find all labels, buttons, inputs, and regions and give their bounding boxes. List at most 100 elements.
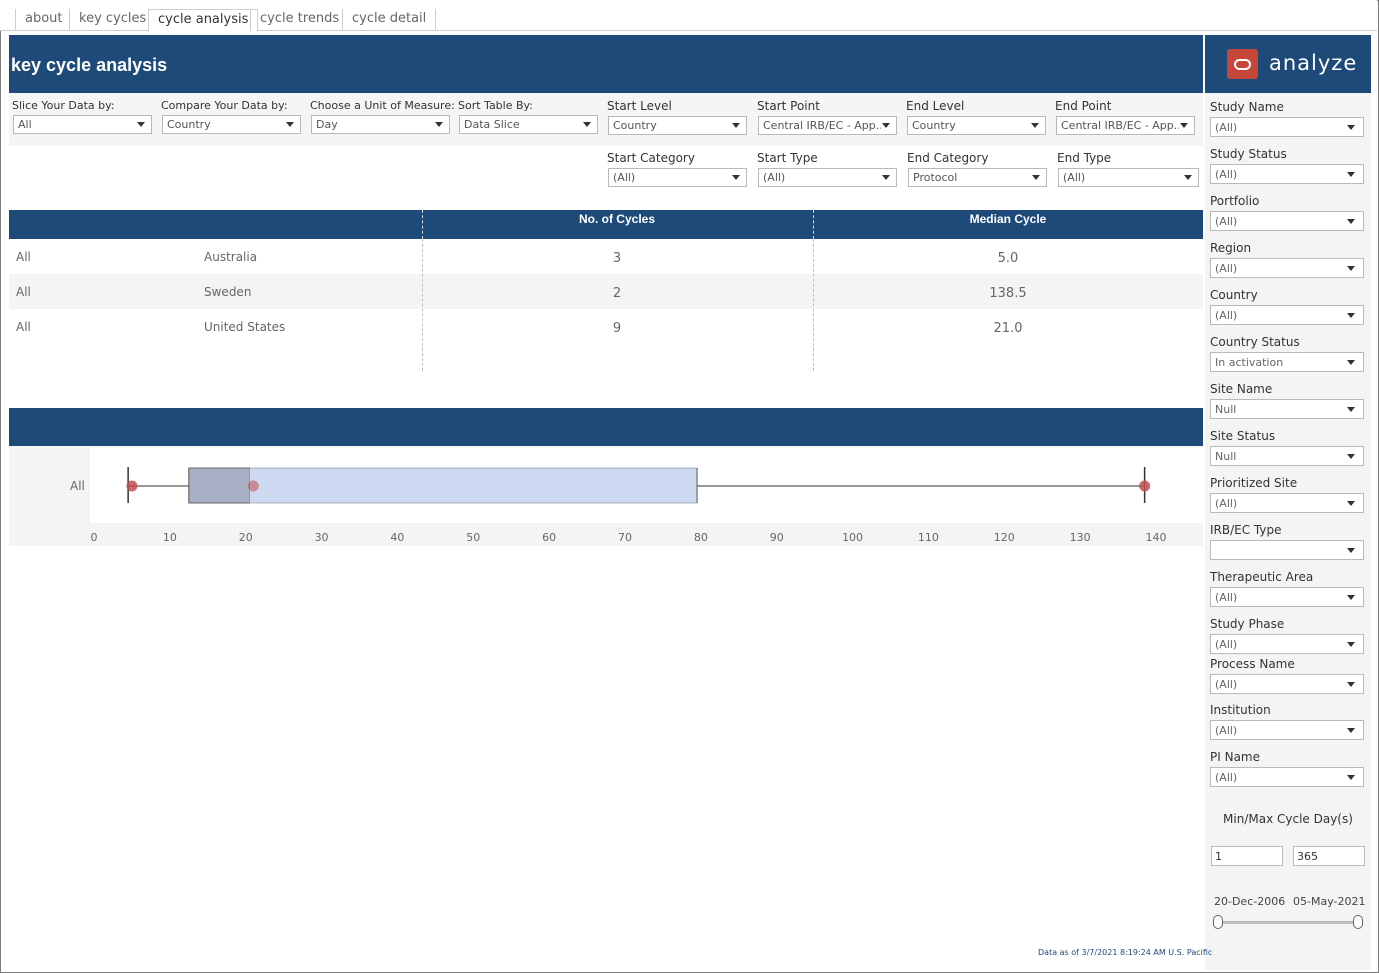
- study-status-value: (All): [1215, 168, 1238, 181]
- compare-dropdown[interactable]: Country: [162, 115, 301, 134]
- oracle-logo-icon: [1227, 49, 1258, 79]
- x-tick-label: 50: [466, 531, 481, 544]
- process-name-dropdown[interactable]: (All): [1210, 673, 1364, 694]
- chevron-down-icon: [1347, 313, 1355, 318]
- row-median: 21.0: [993, 321, 1023, 336]
- country-dropdown[interactable]: (All): [1210, 305, 1364, 325]
- sort-label: Sort Table By:: [458, 99, 533, 112]
- chevron-down-icon: [1347, 774, 1355, 780]
- x-tick-label: 60: [542, 531, 557, 544]
- irb-ec-type-dropdown[interactable]: [1210, 540, 1364, 560]
- x-tick-label: 100: [842, 531, 864, 544]
- site-name-dropdown[interactable]: Null: [1210, 399, 1364, 419]
- chevron-down-icon: [286, 122, 294, 127]
- therapeutic-area-dropdown[interactable]: (All): [1210, 587, 1364, 607]
- tab-key-cycles[interactable]: key cycles: [69, 9, 155, 31]
- data-timestamp: Data as of 3/7/2021 8:19:24 AM U.S. Paci…: [1038, 948, 1213, 957]
- institution-value: (All): [1215, 724, 1238, 738]
- x-tick-label: 30: [314, 531, 329, 544]
- start-type-dropdown[interactable]: (All): [758, 168, 897, 187]
- chevron-down-icon: [1347, 642, 1355, 647]
- chevron-down-icon: [1347, 219, 1355, 224]
- row-slice: All: [16, 250, 31, 264]
- irb-ec-type-label: IRB/EC Type: [1210, 523, 1282, 537]
- table-divider: [813, 210, 814, 239]
- chevron-down-icon: [1180, 123, 1188, 128]
- region-dropdown[interactable]: (All): [1210, 258, 1364, 278]
- x-tick-label: 80: [693, 531, 708, 544]
- chevron-down-icon: [1184, 175, 1192, 180]
- x-tick-label: 90: [769, 531, 784, 544]
- tab-cycle-trends[interactable]: cycle trends: [250, 9, 348, 31]
- study-name-dropdown[interactable]: (All): [1210, 117, 1364, 137]
- end-type-dropdown[interactable]: (All): [1058, 168, 1199, 187]
- therapeutic-area-value: (All): [1215, 591, 1238, 604]
- start-type-label: Start Type: [757, 151, 818, 165]
- study-phase-dropdown[interactable]: (All): [1210, 634, 1364, 654]
- chevron-down-icon: [1347, 548, 1355, 553]
- date-slider-end-handle[interactable]: [1353, 915, 1363, 929]
- site-status-value: Null: [1215, 450, 1237, 463]
- sort-dropdown[interactable]: Data Slice: [459, 115, 598, 134]
- date-slider-start-handle[interactable]: [1213, 915, 1223, 929]
- prioritized-site-label: Prioritized Site: [1210, 476, 1298, 490]
- chevron-down-icon: [1347, 172, 1355, 177]
- institution-label: Institution: [1210, 703, 1271, 718]
- study-name-label: Study Name: [1210, 100, 1284, 114]
- end-category-dropdown[interactable]: Protocol: [908, 168, 1047, 187]
- chevron-down-icon: [732, 175, 740, 180]
- study-status-dropdown[interactable]: (All): [1210, 164, 1364, 184]
- country-status-dropdown[interactable]: In activation: [1210, 352, 1364, 372]
- site-status-dropdown[interactable]: Null: [1210, 446, 1364, 466]
- header-median-cycle[interactable]: Median Cycle: [913, 212, 1103, 226]
- start-category-dropdown[interactable]: (All): [608, 168, 747, 187]
- row-slice: All: [16, 285, 31, 299]
- country-status-label: Country Status: [1210, 335, 1300, 349]
- x-tick-label: 10: [162, 531, 177, 544]
- prioritized-site-value: (All): [1215, 497, 1238, 510]
- study-phase-label: Study Phase: [1210, 617, 1285, 631]
- unit-label: Choose a Unit of Measure:: [310, 99, 455, 112]
- tab-about[interactable]: about: [15, 9, 72, 31]
- x-tick-label: 140: [1145, 531, 1167, 544]
- row-cycles: 3: [612, 251, 622, 266]
- slice-label: Slice Your Data by:: [12, 99, 115, 112]
- min-cycle-input[interactable]: 1: [1211, 846, 1283, 866]
- institution-dropdown[interactable]: (All): [1210, 720, 1364, 741]
- tab-bar: about key cycles cycle analysis cycle tr…: [0, 0, 1377, 32]
- header-no-of-cycles[interactable]: No. of Cycles: [522, 212, 712, 226]
- slice-dropdown[interactable]: All: [13, 115, 152, 134]
- page-header: key cycle analysis: [9, 35, 1203, 93]
- chevron-down-icon: [732, 123, 740, 128]
- chevron-down-icon: [882, 123, 890, 128]
- unit-dropdown[interactable]: Day: [311, 115, 450, 134]
- start-level-label: Start Level: [607, 99, 672, 113]
- chevron-down-icon: [137, 122, 145, 127]
- table-divider: [422, 239, 423, 371]
- row-country: Sweden: [204, 285, 252, 299]
- pi-name-dropdown[interactable]: (All): [1210, 766, 1364, 787]
- end-point-dropdown[interactable]: Central IRB/EC - App...: [1056, 116, 1195, 135]
- chevron-down-icon: [1347, 266, 1355, 271]
- row-cycles: 2: [612, 286, 622, 301]
- tab-cycle-detail[interactable]: cycle detail: [342, 9, 437, 31]
- date-slider-track[interactable]: [1218, 921, 1358, 924]
- start-category-label: Start Category: [607, 151, 695, 165]
- max-cycle-input[interactable]: 365: [1293, 846, 1365, 866]
- x-tick-label: 0: [90, 531, 98, 544]
- date-end: 05-May-2021: [1293, 895, 1366, 908]
- pi-name-label: PI Name: [1210, 749, 1260, 764]
- site-name-label: Site Name: [1210, 382, 1273, 396]
- end-level-dropdown[interactable]: Country: [907, 116, 1046, 135]
- study-name-value: (All): [1215, 121, 1238, 134]
- end-point-label: End Point: [1055, 99, 1112, 113]
- x-tick-label: 120: [993, 531, 1015, 544]
- prioritized-site-dropdown[interactable]: (All): [1210, 493, 1364, 513]
- compare-label: Compare Your Data by:: [161, 99, 288, 112]
- chevron-down-icon: [1347, 454, 1355, 459]
- portfolio-dropdown[interactable]: (All): [1210, 211, 1364, 231]
- tab-cycle-analysis[interactable]: cycle analysis: [148, 9, 259, 32]
- start-point-dropdown[interactable]: Central IRB/EC - App...: [758, 116, 897, 135]
- chevron-down-icon: [1032, 175, 1040, 180]
- start-level-dropdown[interactable]: Country: [608, 116, 747, 135]
